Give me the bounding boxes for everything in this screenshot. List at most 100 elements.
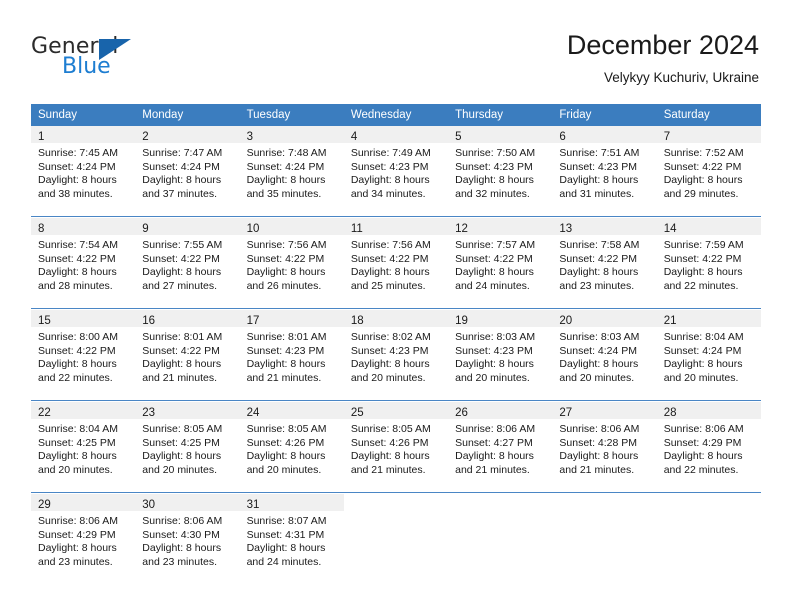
calendar-day-cell[interactable]: 2 Sunrise: 7:47 AM Sunset: 4:24 PM Daylight… (135, 126, 240, 217)
calendar-day-cell[interactable]: 22 Sunrise: 8:04 AM Sunset: 4:25 PM Dayligh… (31, 402, 136, 493)
calendar-day-cell[interactable]: 9 Sunrise: 7:55 AM Sunset: 4:22 PM Daylight… (135, 218, 240, 309)
day-cell-content[interactable]: 27 Sunrise: 8:06 AM Sunset: 4:28 PM Dayligh… (552, 402, 657, 492)
day-cell-content[interactable]: 13 Sunrise: 7:58 AM Sunset: 4:22 PM Dayligh… (552, 218, 657, 308)
day-cell-content[interactable]: 8 Sunrise: 7:54 AM Sunset: 4:22 PM Daylight… (31, 218, 136, 308)
daylight-duration-line2: and 21 minutes. (246, 371, 322, 384)
day-number: 2 (142, 131, 149, 143)
day-cell-content[interactable]: 29 Sunrise: 8:06 AM Sunset: 4:29 PM Dayligh… (31, 494, 136, 584)
general-blue-logo[interactable]: General Blue (31, 34, 251, 86)
day-cell-content[interactable]: 22 Sunrise: 8:04 AM Sunset: 4:25 PM Dayligh… (31, 402, 136, 492)
sunrise-time: Sunrise: 7:48 AM (246, 147, 327, 159)
calendar-day-cell[interactable]: 18 Sunrise: 8:02 AM Sunset: 4:23 PM Dayligh… (343, 310, 449, 401)
day-cell-content[interactable]: 15 Sunrise: 8:00 AM Sunset: 4:22 PM Dayligh… (31, 310, 136, 400)
sunset-time: Sunset: 4:31 PM (246, 528, 325, 541)
daylight-duration-line2: and 20 minutes. (38, 463, 113, 476)
day-cell-content[interactable]: 10 Sunrise: 7:56 AM Sunset: 4:22 PM Dayligh… (239, 218, 344, 308)
day-cell-content[interactable]: 28 Sunrise: 8:06 AM Sunset: 4:29 PM Dayligh… (656, 402, 761, 492)
day-cell-content[interactable]: 4 Sunrise: 7:49 AM Sunset: 4:23 PM Daylight… (343, 126, 449, 216)
day-cell-content[interactable]: 14 Sunrise: 7:59 AM Sunset: 4:22 PM Dayligh… (656, 218, 761, 308)
calendar-day-cell[interactable]: 21 Sunrise: 8:04 AM Sunset: 4:24 PM Dayligh… (656, 310, 761, 401)
calendar-day-cell[interactable]: 4 Sunrise: 7:49 AM Sunset: 4:23 PM Daylight… (343, 126, 449, 217)
day-details: Sunrise: 8:03 AM Sunset: 4:24 PM Daylight:… (552, 327, 656, 385)
day-cell-content[interactable]: 23 Sunrise: 8:05 AM Sunset: 4:25 PM Dayligh… (135, 402, 240, 492)
day-number-band: 15 (31, 310, 136, 327)
daylight-duration-line2: and 23 minutes. (559, 279, 635, 292)
day-cell-content[interactable]: 6 Sunrise: 7:51 AM Sunset: 4:23 PM Daylight… (552, 126, 657, 216)
day-cell-content[interactable]: 30 Sunrise: 8:06 AM Sunset: 4:30 PM Dayligh… (135, 494, 240, 584)
calendar-day-cell[interactable]: 1 Sunrise: 7:45 AM Sunset: 4:24 PM Daylight… (31, 126, 136, 217)
calendar-day-cell[interactable]: 16 Sunrise: 8:01 AM Sunset: 4:22 PM Dayligh… (135, 310, 240, 401)
day-cell-content[interactable]: 26 Sunrise: 8:06 AM Sunset: 4:27 PM Dayligh… (448, 402, 553, 492)
sunset-time: Sunset: 4:22 PM (246, 252, 325, 265)
sunrise-time: Sunrise: 8:06 AM (559, 423, 640, 435)
day-number-band: 23 (135, 402, 240, 419)
calendar-day-cell[interactable]: 13 Sunrise: 7:58 AM Sunset: 4:22 PM Dayligh… (552, 218, 657, 309)
calendar-day-cell[interactable]: 19 Sunrise: 8:03 AM Sunset: 4:23 PM Dayligh… (448, 310, 553, 401)
sunrise-time: Sunrise: 8:07 AM (246, 515, 327, 527)
day-cell-content[interactable]: 18 Sunrise: 8:02 AM Sunset: 4:23 PM Dayligh… (343, 310, 449, 400)
calendar-day-cell[interactable]: 14 Sunrise: 7:59 AM Sunset: 4:22 PM Dayligh… (656, 218, 761, 309)
calendar-day-cell[interactable]: 30 Sunrise: 8:06 AM Sunset: 4:30 PM Dayligh… (135, 494, 240, 584)
day-cell-content[interactable]: 31 Sunrise: 8:07 AM Sunset: 4:31 PM Dayligh… (239, 494, 344, 584)
calendar-day-cell[interactable]: 24 Sunrise: 8:05 AM Sunset: 4:26 PM Dayligh… (239, 402, 344, 493)
calendar-day-cell[interactable]: 6 Sunrise: 7:51 AM Sunset: 4:23 PM Daylight… (552, 126, 657, 217)
calendar-day-cell[interactable]: 11 Sunrise: 7:56 AM Sunset: 4:22 PM Dayligh… (343, 218, 449, 309)
day-cell-content[interactable]: 16 Sunrise: 8:01 AM Sunset: 4:22 PM Dayligh… (135, 310, 240, 400)
calendar-day-cell[interactable]: 10 Sunrise: 7:56 AM Sunset: 4:22 PM Dayligh… (239, 218, 344, 309)
day-number-band: 6 (552, 126, 657, 143)
day-cell-content[interactable]: 3 Sunrise: 7:48 AM Sunset: 4:24 PM Daylight… (239, 126, 344, 216)
day-cell-content[interactable]: 11 Sunrise: 7:56 AM Sunset: 4:22 PM Dayligh… (343, 218, 449, 308)
day-cell-content[interactable]: 5 Sunrise: 7:50 AM Sunset: 4:23 PM Daylight… (448, 126, 553, 216)
daylight-duration-line2: and 20 minutes. (455, 371, 530, 384)
calendar-day-cell[interactable]: 29 Sunrise: 8:06 AM Sunset: 4:29 PM Dayligh… (31, 494, 136, 584)
sunset-time: Sunset: 4:22 PM (38, 252, 116, 265)
calendar-day-cell[interactable]: 28 Sunrise: 8:06 AM Sunset: 4:29 PM Dayligh… (656, 402, 761, 493)
calendar-day-cell[interactable]: 12 Sunrise: 7:57 AM Sunset: 4:22 PM Dayligh… (448, 218, 553, 309)
day-cell-content[interactable]: 24 Sunrise: 8:05 AM Sunset: 4:26 PM Dayligh… (239, 402, 344, 492)
day-cell-content[interactable]: 20 Sunrise: 8:03 AM Sunset: 4:24 PM Dayligh… (552, 310, 657, 400)
day-cell-content[interactable]: 17 Sunrise: 8:01 AM Sunset: 4:23 PM Dayligh… (239, 310, 344, 400)
sunset-time: Sunset: 4:29 PM (38, 528, 116, 541)
daylight-duration-line1: Daylight: 8 hours (455, 266, 534, 279)
weekday-header-sunday: Sunday (31, 104, 136, 126)
calendar-day-cell[interactable]: 27 Sunrise: 8:06 AM Sunset: 4:28 PM Dayligh… (552, 402, 657, 493)
calendar-day-cell[interactable]: 7 Sunrise: 7:52 AM Sunset: 4:22 PM Daylight… (656, 126, 761, 217)
sunrise-time: Sunrise: 7:49 AM (350, 147, 431, 159)
calendar-day-cell[interactable]: 15 Sunrise: 8:00 AM Sunset: 4:22 PM Dayligh… (31, 310, 136, 401)
sunset-time: Sunset: 4:22 PM (455, 252, 533, 265)
day-cell-content[interactable]: 9 Sunrise: 7:55 AM Sunset: 4:22 PM Daylight… (135, 218, 240, 308)
calendar-day-cell[interactable]: 25 Sunrise: 8:05 AM Sunset: 4:26 PM Dayligh… (343, 402, 449, 493)
calendar-day-cell[interactable]: 31 Sunrise: 8:07 AM Sunset: 4:31 PM Dayligh… (239, 494, 344, 584)
day-number-band: 26 (448, 402, 553, 419)
daylight-duration-line1: Daylight: 8 hours (350, 358, 430, 371)
day-number-band: 19 (448, 310, 553, 327)
calendar-day-cell[interactable]: 3 Sunrise: 7:48 AM Sunset: 4:24 PM Daylight… (239, 126, 344, 217)
day-cell-content[interactable]: 7 Sunrise: 7:52 AM Sunset: 4:22 PM Daylight… (656, 126, 761, 216)
day-details: Sunrise: 8:07 AM Sunset: 4:31 PM Daylight:… (240, 511, 344, 569)
sunset-time: Sunset: 4:29 PM (663, 436, 742, 449)
calendar-header: Sunday Monday Tuesday Wednesday Thursday… (31, 104, 761, 126)
day-number: 26 (455, 407, 468, 419)
day-number-band: 10 (239, 218, 344, 235)
day-details: Sunrise: 7:59 AM Sunset: 4:22 PM Daylight:… (657, 235, 761, 293)
day-number: 27 (559, 407, 573, 419)
calendar-day-cell[interactable]: 5 Sunrise: 7:50 AM Sunset: 4:23 PM Daylight… (448, 126, 553, 217)
calendar-week-row: 29 Sunrise: 8:06 AM Sunset: 4:29 PM Dayligh… (31, 494, 761, 584)
calendar-day-cell-empty (552, 494, 656, 584)
calendar-day-cell[interactable]: 23 Sunrise: 8:05 AM Sunset: 4:25 PM Dayligh… (135, 402, 240, 493)
day-cell-content[interactable]: 21 Sunrise: 8:04 AM Sunset: 4:24 PM Dayligh… (656, 310, 761, 400)
calendar-day-cell[interactable]: 17 Sunrise: 8:01 AM Sunset: 4:23 PM Dayligh… (239, 310, 344, 401)
calendar-day-cell[interactable]: 8 Sunrise: 7:54 AM Sunset: 4:22 PM Daylight… (31, 218, 136, 309)
calendar-day-cell[interactable]: 20 Sunrise: 8:03 AM Sunset: 4:24 PM Dayligh… (552, 310, 657, 401)
day-number: 25 (350, 407, 364, 419)
day-number-band: 30 (135, 494, 240, 511)
day-cell-content[interactable]: 12 Sunrise: 7:57 AM Sunset: 4:22 PM Dayligh… (448, 218, 553, 308)
calendar-day-cell[interactable]: 26 Sunrise: 8:06 AM Sunset: 4:27 PM Dayligh… (448, 402, 553, 493)
sunrise-time: Sunrise: 7:56 AM (350, 239, 431, 251)
day-cell-content[interactable]: 2 Sunrise: 7:47 AM Sunset: 4:24 PM Daylight… (135, 126, 240, 216)
sunrise-time: Sunrise: 7:52 AM (663, 147, 744, 159)
day-cell-content[interactable]: 25 Sunrise: 8:05 AM Sunset: 4:26 PM Dayligh… (343, 402, 449, 492)
day-cell-content[interactable]: 19 Sunrise: 8:03 AM Sunset: 4:23 PM Dayligh… (448, 310, 553, 400)
day-cell-content[interactable]: 1 Sunrise: 7:45 AM Sunset: 4:24 PM Daylight… (31, 126, 136, 216)
day-details: Sunrise: 8:03 AM Sunset: 4:23 PM Daylight:… (448, 327, 552, 385)
